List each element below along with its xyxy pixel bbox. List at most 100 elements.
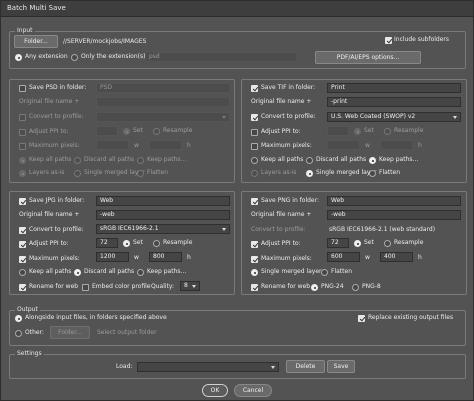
save-jpg-checkbox[interactable] xyxy=(19,198,26,205)
jpg-max-w-input[interactable]: 1200 xyxy=(96,252,129,262)
tif-flatten-radio[interactable] xyxy=(369,170,376,177)
jpg-resample-radio[interactable] xyxy=(153,240,160,247)
png-rename-web-checkbox[interactable] xyxy=(251,284,258,291)
psd-ppi-input[interactable] xyxy=(96,126,118,136)
jpg-embed-color-checkbox[interactable] xyxy=(82,284,89,291)
jpg-folder-input[interactable]: Web xyxy=(96,196,230,206)
png-ppi-checkbox[interactable] xyxy=(251,241,258,248)
save-png-checkbox[interactable] xyxy=(251,198,258,205)
psd-layers-asis-radio[interactable] xyxy=(19,170,26,177)
jpg-discard-paths-radio[interactable] xyxy=(74,269,81,276)
tif-convert-label: Convert to profile: xyxy=(261,113,316,120)
psd-set-radio[interactable] xyxy=(123,128,130,135)
png-max-h-input[interactable]: 400 xyxy=(380,252,413,262)
tif-max-checkbox[interactable] xyxy=(251,143,258,150)
tif-max-h-input[interactable] xyxy=(380,140,413,150)
tif-set-radio[interactable] xyxy=(354,128,361,135)
tif-convert-checkbox[interactable] xyxy=(251,114,258,121)
output-folder-button[interactable]: Folder... xyxy=(50,326,90,339)
tif-keep-paths-radio[interactable] xyxy=(369,157,376,164)
psd-keep-paths-radio[interactable] xyxy=(137,157,144,164)
jpg-rename-web-checkbox[interactable] xyxy=(19,284,26,291)
tif-filename-input[interactable]: -print xyxy=(327,97,461,107)
ok-button[interactable]: OK xyxy=(202,384,228,397)
png-8-radio[interactable] xyxy=(352,284,359,291)
save-psd-checkbox[interactable] xyxy=(19,85,26,92)
png-8-label: PNG-8 xyxy=(362,283,381,290)
png-24-radio[interactable] xyxy=(311,284,318,291)
input-folder-button[interactable]: Folder... xyxy=(14,35,58,48)
load-label: Load: xyxy=(116,363,133,370)
cancel-button[interactable]: Cancel xyxy=(234,384,272,397)
output-group-label: Output xyxy=(15,306,40,313)
psd-resample-radio[interactable] xyxy=(153,128,160,135)
tif-max-w-input[interactable] xyxy=(327,140,360,150)
png-filename-input[interactable]: -web xyxy=(327,210,461,220)
psd-h-label: h xyxy=(187,142,191,149)
psd-single-merged-radio[interactable] xyxy=(74,170,81,177)
png-max-w-input[interactable]: 600 xyxy=(327,252,360,262)
jpg-max-label: Maximum pixels: xyxy=(29,255,80,262)
tif-folder-input[interactable]: Print xyxy=(327,83,461,93)
tif-discard-paths-radio[interactable] xyxy=(306,157,313,164)
tif-keep-all-paths-radio[interactable] xyxy=(251,157,258,164)
delete-button[interactable]: Delete xyxy=(286,360,325,373)
only-extensions-radio[interactable] xyxy=(71,54,78,61)
pdf-options-button[interactable]: PDF/AI/EPS options... xyxy=(315,51,421,64)
jpg-keep-paths-radio[interactable] xyxy=(137,269,144,276)
jpg-profile-select[interactable]: sRGB IEC61966-2.1 xyxy=(96,224,230,234)
jpg-set-radio[interactable] xyxy=(123,240,130,247)
png-resample-radio[interactable] xyxy=(384,240,391,247)
tif-h-label: h xyxy=(418,142,422,149)
psd-max-checkbox[interactable] xyxy=(19,143,26,150)
psd-flatten-radio[interactable] xyxy=(137,170,144,177)
save-settings-button[interactable]: Save xyxy=(327,360,355,373)
psd-max-h-input[interactable] xyxy=(149,140,182,150)
save-tif-checkbox[interactable] xyxy=(251,85,258,92)
png-set-label: Set xyxy=(364,239,374,246)
png-single-merged-radio[interactable] xyxy=(251,269,258,276)
psd-folder-input[interactable]: PSD xyxy=(96,83,230,93)
png-ppi-input[interactable]: 72 xyxy=(327,238,349,248)
psd-keep-all-paths-radio[interactable] xyxy=(19,157,26,164)
png-folder-input[interactable]: Web xyxy=(327,196,461,206)
tif-single-merged-radio[interactable] xyxy=(306,170,313,177)
jpg-max-checkbox[interactable] xyxy=(19,256,26,263)
png-profile-text: sRGB IEC61966-2.1 (web standard) xyxy=(329,226,436,233)
include-subfolders-checkbox[interactable] xyxy=(385,37,392,44)
jpg-set-label: Set xyxy=(133,239,143,246)
jpg-h-label: h xyxy=(187,254,191,261)
png-set-radio[interactable] xyxy=(354,240,361,247)
any-extension-radio[interactable] xyxy=(15,54,22,61)
batch-multi-save-dialog: Batch Multi Save Input Folder... //SERVE… xyxy=(0,0,474,401)
replace-existing-checkbox[interactable] xyxy=(358,315,365,322)
tif-layers-asis-radio[interactable] xyxy=(251,170,258,177)
other-folder-radio[interactable] xyxy=(15,330,22,337)
extension-input[interactable]: psd xyxy=(145,52,297,62)
jpg-keep-all-paths-radio[interactable] xyxy=(19,269,26,276)
jpg-embed-color-label: Embed color profile xyxy=(92,283,151,290)
jpg-ppi-input[interactable]: 72 xyxy=(96,238,118,248)
psd-filename-input[interactable] xyxy=(96,97,230,107)
jpg-ppi-checkbox[interactable] xyxy=(19,241,26,248)
psd-profile-select[interactable] xyxy=(96,112,230,122)
jpg-convert-checkbox[interactable] xyxy=(19,227,26,234)
alongside-radio[interactable] xyxy=(15,315,22,322)
psd-convert-checkbox[interactable] xyxy=(19,114,26,121)
tif-ppi-checkbox[interactable] xyxy=(251,129,258,136)
tif-profile-select[interactable]: U.S. Web Coated (SWOP) v2 xyxy=(327,112,461,122)
tif-ppi-input[interactable] xyxy=(327,126,349,136)
jpg-filename-input[interactable]: -web xyxy=(96,210,230,220)
png-flatten-radio[interactable] xyxy=(321,269,328,276)
png-rename-web-label: Rename for web xyxy=(261,283,311,290)
load-select[interactable] xyxy=(137,362,279,372)
jpg-max-h-input[interactable]: 800 xyxy=(149,252,182,262)
psd-flatten-label: Flatten xyxy=(147,169,168,176)
jpg-quality-select[interactable]: 8 xyxy=(180,281,200,291)
psd-max-w-input[interactable] xyxy=(96,140,129,150)
psd-ppi-label: Adjust PPI to: xyxy=(29,128,69,135)
psd-ppi-checkbox[interactable] xyxy=(19,129,26,136)
psd-discard-paths-radio[interactable] xyxy=(74,157,81,164)
png-max-checkbox[interactable] xyxy=(251,256,258,263)
tif-resample-radio[interactable] xyxy=(384,128,391,135)
